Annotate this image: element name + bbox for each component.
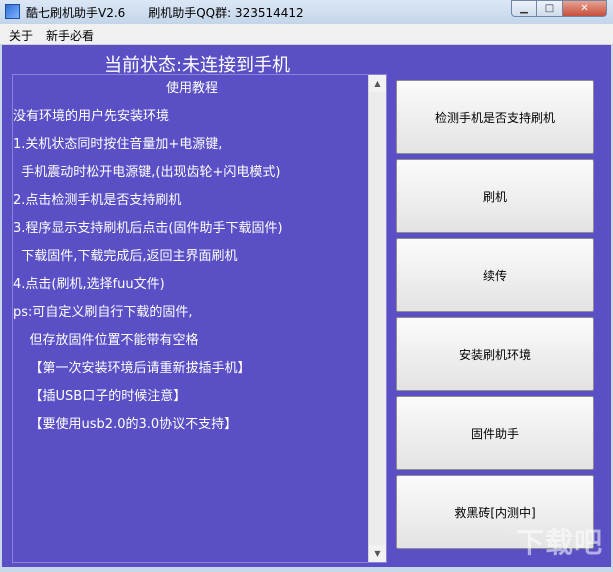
install-environment-button[interactable]: 安装刷机环境 bbox=[396, 317, 594, 391]
tutorial-line: 没有环境的用户先安装环境 bbox=[13, 109, 170, 124]
app-icon bbox=[5, 4, 20, 19]
minimize-button[interactable]: ▁ bbox=[511, 0, 537, 17]
tutorial-title: 使用教程 bbox=[165, 81, 218, 96]
tutorial-line: 【插USB口子的时候注意】 bbox=[13, 389, 187, 404]
firmware-assistant-button[interactable]: 固件助手 bbox=[396, 396, 594, 470]
tutorial-line: 【要使用usb2.0的3.0协议不支持】 bbox=[13, 417, 238, 432]
resume-button[interactable]: 续传 bbox=[396, 238, 594, 312]
window-controls: ▁ □ ✕ bbox=[511, 0, 607, 18]
tutorial-textbox[interactable]: 使用教程 没有环境的用户先安装环境 1.关机状态同时按住音量加+电源键, 手机震… bbox=[12, 74, 387, 563]
scroll-down-arrow-icon[interactable]: ▼ bbox=[369, 545, 386, 562]
tutorial-line: 2.点击检测手机是否支持刷机 bbox=[13, 193, 182, 208]
tutorial-line: 4.点击(刷机,选择fuu文件) bbox=[13, 277, 165, 292]
qq-group-text: 刷机助手QQ群: 323514412 bbox=[148, 6, 304, 20]
watermark-logo: 下载吧 bbox=[515, 526, 603, 559]
app-title: 酷七刷机助手V2.6 bbox=[26, 6, 126, 20]
tutorial-line: 1.关机状态同时按住音量加+电源键, bbox=[13, 137, 223, 152]
minimize-icon: ▁ bbox=[520, 3, 528, 14]
vertical-scrollbar[interactable]: ▲ ▼ bbox=[368, 75, 386, 562]
check-phone-support-button[interactable]: 检测手机是否支持刷机 bbox=[396, 80, 594, 154]
tutorial-line: 但存放固件位置不能带有空格 bbox=[13, 333, 199, 348]
tutorial-line: 手机震动时松开电源键,(出现齿轮+闪电模式) bbox=[13, 165, 281, 180]
title-bar: 酷七刷机助手V2.6 刷机助手QQ群: 323514412 ▁ □ ✕ bbox=[0, 0, 613, 24]
menu-about[interactable]: 关于 bbox=[9, 27, 33, 44]
tutorial-line: ps:可自定义刷自行下载的固件, bbox=[13, 305, 193, 320]
maximize-icon: □ bbox=[544, 3, 555, 14]
menu-beginner-guide[interactable]: 新手必看 bbox=[46, 27, 94, 44]
menu-bar: 关于 新手必看 bbox=[0, 24, 613, 45]
scroll-up-arrow-icon[interactable]: ▲ bbox=[369, 75, 386, 92]
maximize-button[interactable]: □ bbox=[537, 0, 563, 17]
tutorial-line: 下载固件,下载完成后,返回主界面刷机 bbox=[13, 249, 238, 264]
window-title: 酷七刷机助手V2.6 刷机助手QQ群: 323514412 bbox=[26, 4, 304, 21]
close-button[interactable]: ✕ bbox=[563, 0, 607, 17]
tutorial-line: 3.程序显示支持刷机后点击(固件助手下载固件) bbox=[13, 221, 283, 236]
flash-button[interactable]: 刷机 bbox=[396, 159, 594, 233]
tutorial-line: 【第一次安装环境后请重新拔插手机】 bbox=[13, 361, 251, 376]
main-panel: 当前状态:未连接到手机 使用教程 没有环境的用户先安装环境 1.关机状态同时按住… bbox=[2, 45, 611, 567]
close-icon: ✕ bbox=[580, 3, 589, 14]
app-window: 酷七刷机助手V2.6 刷机助手QQ群: 323514412 ▁ □ ✕ 关于 新… bbox=[0, 0, 613, 572]
